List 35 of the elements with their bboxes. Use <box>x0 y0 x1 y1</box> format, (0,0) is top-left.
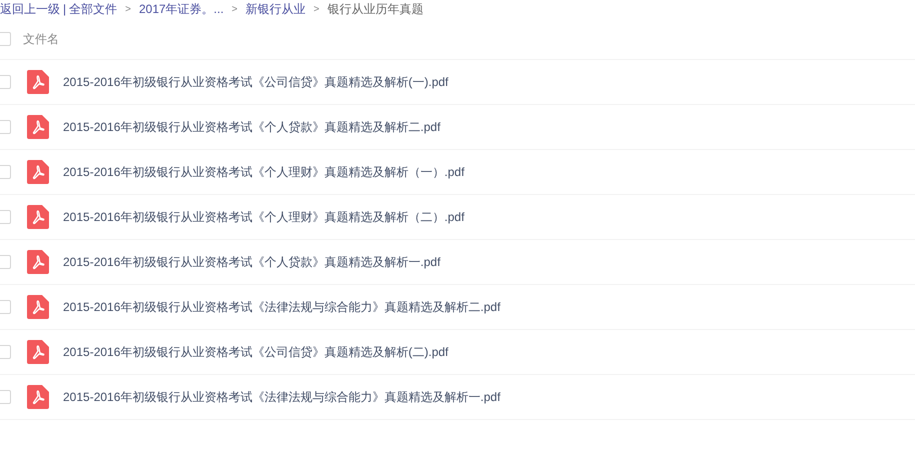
file-name[interactable]: 2015-2016年初级银行从业资格考试《个人理财》真题精选及解析（二）.pdf <box>63 208 464 226</box>
checkbox[interactable] <box>0 300 11 314</box>
file-name[interactable]: 2015-2016年初级银行从业资格考试《法律法规与综合能力》真题精选及解析二.pdf <box>63 298 500 316</box>
pdf-file-icon <box>27 160 49 184</box>
breadcrumb-chevron: > <box>125 2 131 16</box>
checkbox[interactable] <box>0 210 11 224</box>
breadcrumb-link[interactable]: 全部文件 <box>69 0 118 18</box>
checkbox[interactable] <box>0 390 11 404</box>
pdf-file-icon <box>27 205 49 229</box>
checkbox[interactable] <box>0 32 11 46</box>
file-name[interactable]: 2015-2016年初级银行从业资格考试《公司信贷》真题精选及解析(二).pdf <box>63 343 448 361</box>
breadcrumb-current: 银行从业历年真题 <box>327 1 424 18</box>
breadcrumb-chevron: > <box>232 2 238 16</box>
checkbox[interactable] <box>0 255 11 269</box>
breadcrumb-separator: | <box>63 1 66 18</box>
checkbox[interactable] <box>0 75 11 89</box>
pdf-file-icon <box>27 70 49 94</box>
breadcrumb-link[interactable]: 新银行从业 <box>246 0 306 18</box>
pdf-file-icon <box>27 385 49 409</box>
checkbox[interactable] <box>0 345 11 359</box>
checkbox[interactable] <box>0 120 11 134</box>
file-name[interactable]: 2015-2016年初级银行从业资格考试《个人贷款》真题精选及解析一.pdf <box>63 253 440 271</box>
breadcrumb-chevron: > <box>314 2 320 16</box>
pdf-file-icon <box>27 295 49 319</box>
pdf-file-icon <box>27 250 49 274</box>
pdf-file-icon <box>27 115 49 139</box>
file-name[interactable]: 2015-2016年初级银行从业资格考试《个人理财》真题精选及解析（一）.pdf <box>63 163 464 181</box>
breadcrumb-link[interactable]: 返回上一级 <box>0 0 60 18</box>
checkbox[interactable] <box>0 165 11 179</box>
pdf-file-icon <box>27 340 49 364</box>
file-name[interactable]: 2015-2016年初级银行从业资格考试《公司信贷》真题精选及解析(一).pdf <box>63 73 448 91</box>
file-name[interactable]: 2015-2016年初级银行从业资格考试《个人贷款》真题精选及解析二.pdf <box>63 118 440 136</box>
breadcrumb-link[interactable]: 2017年证券。... <box>138 0 224 18</box>
file-name[interactable]: 2015-2016年初级银行从业资格考试《法律法规与综合能力》真题精选及解析一.pdf <box>63 388 500 406</box>
column-header: 文件名 <box>23 30 59 48</box>
